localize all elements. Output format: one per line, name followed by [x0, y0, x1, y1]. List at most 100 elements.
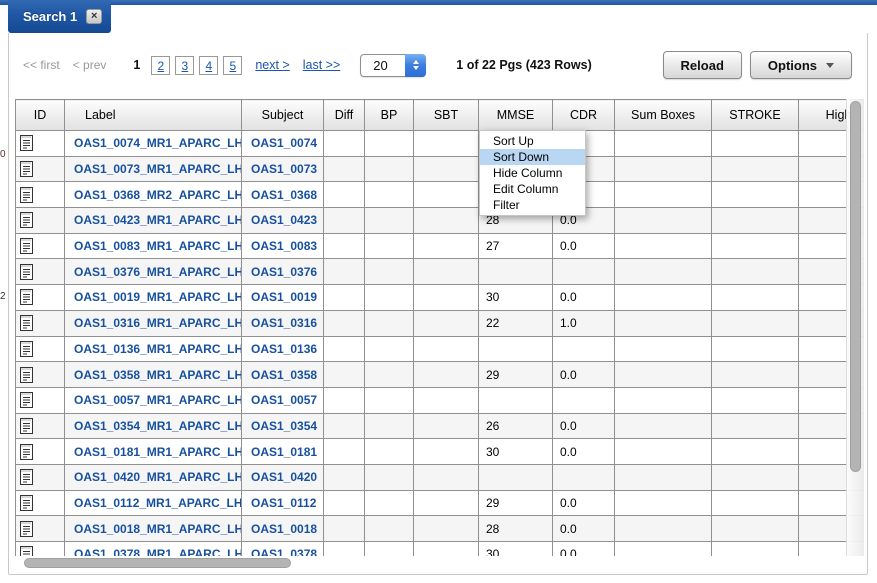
sum-boxes-cell: [615, 285, 712, 311]
label-link[interactable]: OAS1_0112_MR1_APARC_LH: [74, 496, 242, 510]
options-button[interactable]: Options: [750, 51, 852, 79]
report-icon[interactable]: [20, 469, 33, 485]
close-icon[interactable]: ×: [86, 9, 102, 24]
sbt-cell: [414, 259, 479, 285]
id-cell: [16, 285, 65, 311]
column-header-subject[interactable]: Subject: [242, 100, 324, 131]
label-link[interactable]: OAS1_0019_MR1_APARC_LH: [74, 290, 242, 304]
subject-cell: OAS1_0136: [242, 336, 324, 362]
pager-first-link[interactable]: << first: [23, 58, 60, 72]
label-link[interactable]: OAS1_0358_MR1_APARC_LH: [74, 368, 242, 382]
menu-item-filter[interactable]: Filter: [480, 197, 585, 213]
subject-link[interactable]: OAS1_0057: [251, 393, 317, 407]
label-link[interactable]: OAS1_0181_MR1_APARC_LH: [74, 445, 242, 459]
report-icon[interactable]: [20, 495, 33, 511]
column-header-label[interactable]: Label: [65, 100, 242, 131]
subject-link[interactable]: OAS1_0354: [251, 419, 317, 433]
subject-link[interactable]: OAS1_0376: [251, 265, 317, 279]
bp-cell: [365, 182, 414, 208]
label-link[interactable]: OAS1_0018_MR1_APARC_LH: [74, 522, 242, 536]
report-icon[interactable]: [20, 444, 33, 460]
report-icon[interactable]: [20, 392, 33, 408]
subject-link[interactable]: OAS1_0420: [251, 470, 317, 484]
vertical-scrollbar[interactable]: [846, 99, 864, 556]
subject-link[interactable]: OAS1_0358: [251, 368, 317, 382]
subject-link[interactable]: OAS1_0423: [251, 213, 317, 227]
horizontal-scrollbar[interactable]: [15, 556, 864, 570]
subject-link[interactable]: OAS1_0019: [251, 290, 317, 304]
pager-prev-link[interactable]: < prev: [73, 58, 107, 72]
menu-item-edit-column[interactable]: Edit Column: [480, 181, 585, 197]
report-icon[interactable]: [20, 264, 33, 280]
page-link-4[interactable]: 4: [199, 56, 218, 75]
id-cell: [16, 310, 65, 336]
label-link[interactable]: OAS1_0074_MR1_APARC_LH: [74, 136, 242, 150]
subject-link[interactable]: OAS1_0074: [251, 136, 317, 150]
column-header-bp[interactable]: BP: [365, 100, 414, 131]
id-cell: [16, 208, 65, 234]
subject-link[interactable]: OAS1_0181: [251, 445, 317, 459]
page-link-2[interactable]: 2: [151, 56, 170, 75]
vertical-scrollbar-thumb[interactable]: [850, 101, 861, 472]
menu-item-sort-down[interactable]: Sort Down: [480, 149, 585, 165]
report-icon[interactable]: [20, 546, 33, 556]
subject-link[interactable]: OAS1_0018: [251, 522, 317, 536]
subject-link[interactable]: OAS1_0112: [251, 496, 316, 510]
label-link[interactable]: OAS1_0073_MR1_APARC_LH: [74, 162, 242, 176]
label-cell: OAS1_0376_MR1_APARC_LH: [65, 259, 242, 285]
subject-link[interactable]: OAS1_0378: [251, 547, 317, 556]
label-cell: OAS1_0083_MR1_APARC_LH: [65, 233, 242, 259]
tab-search-1[interactable]: Search 1 ×: [8, 0, 111, 33]
pager-last-link[interactable]: last >>: [303, 58, 341, 72]
report-icon[interactable]: [20, 187, 33, 203]
report-icon[interactable]: [20, 315, 33, 331]
subject-link[interactable]: OAS1_0136: [251, 342, 317, 356]
report-icon[interactable]: [20, 238, 33, 254]
label-link[interactable]: OAS1_0378_MR1_APARC_LH: [74, 547, 242, 556]
label-link[interactable]: OAS1_0083_MR1_APARC_LH: [74, 239, 242, 253]
column-header-id[interactable]: ID: [16, 100, 65, 131]
label-link[interactable]: OAS1_0420_MR1_APARC_LH: [74, 470, 242, 484]
column-header-sbt[interactable]: SBT: [414, 100, 479, 131]
sum-boxes-cell: [615, 490, 712, 516]
label-link[interactable]: OAS1_0136_MR1_APARC_LH: [74, 342, 242, 356]
report-icon[interactable]: [20, 161, 33, 177]
subject-link[interactable]: OAS1_0083: [251, 239, 317, 253]
stroke-cell: [712, 336, 799, 362]
menu-item-sort-up[interactable]: Sort Up: [480, 133, 585, 149]
page-link-3[interactable]: 3: [175, 56, 194, 75]
menu-item-hide-column[interactable]: Hide Column: [480, 165, 585, 181]
label-link[interactable]: OAS1_0354_MR1_APARC_LH: [74, 419, 242, 433]
label-link[interactable]: OAS1_0368_MR2_APARC_LH: [74, 188, 242, 202]
column-header-sum-boxes[interactable]: Sum Boxes: [615, 100, 712, 131]
horizontal-scrollbar-thumb[interactable]: [24, 558, 291, 568]
column-header-mmse[interactable]: MMSE: [479, 100, 553, 131]
report-icon[interactable]: [20, 289, 33, 305]
table-row: OAS1_0057_MR1_APARC_LH OAS1_0057: [16, 387, 865, 413]
page-size-select[interactable]: 20: [360, 54, 426, 77]
reload-button[interactable]: Reload: [663, 51, 742, 79]
report-icon[interactable]: [20, 341, 33, 357]
report-icon[interactable]: [20, 135, 33, 151]
subject-link[interactable]: OAS1_0073: [251, 162, 317, 176]
report-icon[interactable]: [20, 418, 33, 434]
column-header-cdr[interactable]: CDR: [553, 100, 615, 131]
label-link[interactable]: OAS1_0423_MR1_APARC_LH: [74, 213, 242, 227]
label-link[interactable]: OAS1_0376_MR1_APARC_LH: [74, 265, 242, 279]
results-table: IDLabelSubjectDiffBPSBTMMSECDRSum BoxesS…: [15, 99, 864, 556]
subject-link[interactable]: OAS1_0368: [251, 188, 317, 202]
diff-cell: [324, 182, 365, 208]
report-icon[interactable]: [20, 521, 33, 537]
pager-next-link[interactable]: next >: [255, 58, 289, 72]
label-link[interactable]: OAS1_0316_MR1_APARC_LH: [74, 316, 242, 330]
page-link-5[interactable]: 5: [223, 56, 242, 75]
report-icon[interactable]: [20, 367, 33, 383]
column-header-diff[interactable]: Diff: [324, 100, 365, 131]
report-icon[interactable]: [20, 212, 33, 228]
mmse-cell: 30: [479, 285, 553, 311]
sbt-cell: [414, 516, 479, 542]
subject-link[interactable]: OAS1_0316: [251, 316, 317, 330]
bp-cell: [365, 516, 414, 542]
column-header-stroke[interactable]: STROKE: [712, 100, 799, 131]
label-link[interactable]: OAS1_0057_MR1_APARC_LH: [74, 393, 242, 407]
